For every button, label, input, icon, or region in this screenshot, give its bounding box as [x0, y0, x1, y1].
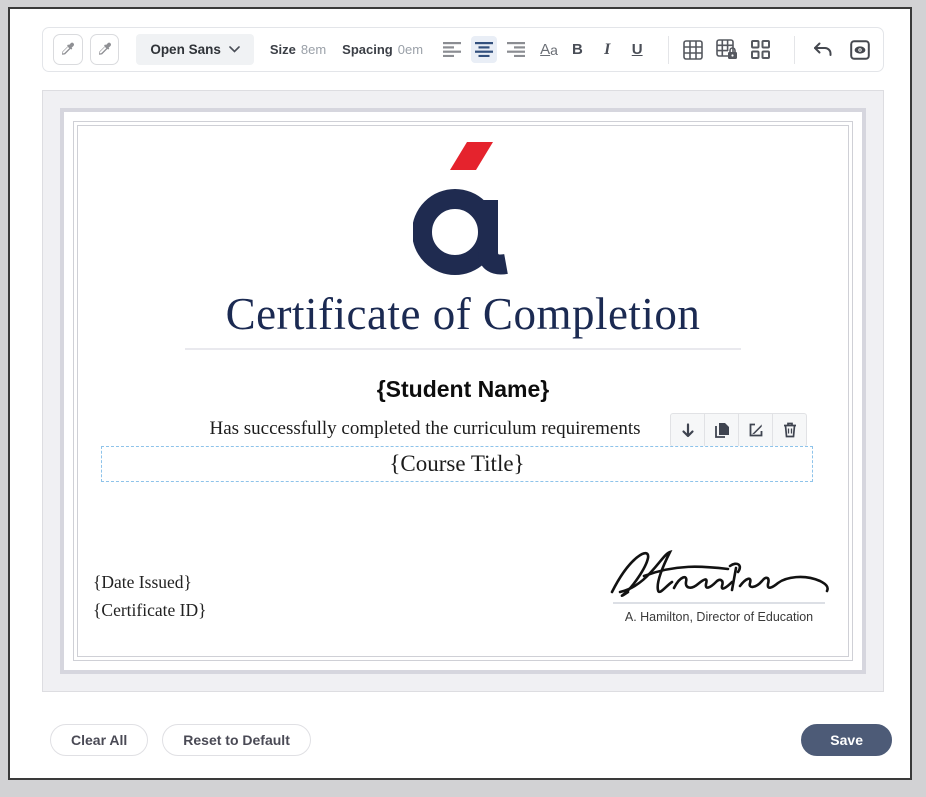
- toolbar-right-group: [782, 36, 873, 64]
- move-down-icon: [681, 423, 695, 438]
- color-picker-button-1[interactable]: [53, 34, 83, 65]
- preview-eye-icon: [850, 40, 870, 60]
- duplicate-button[interactable]: [704, 413, 739, 447]
- duplicate-icon: [714, 422, 730, 439]
- certificate-editor-window: Open Sans Size 8em Spacing 0em: [8, 7, 912, 780]
- logo-red-accent: [450, 142, 493, 170]
- toolbar-divider: [668, 36, 669, 64]
- title-divider: [185, 348, 741, 350]
- chevron-down-icon: [229, 46, 240, 53]
- certificate-canvas: Certificate of Completion {Student Name}…: [60, 108, 866, 674]
- reset-to-default-button[interactable]: Reset to Default: [162, 724, 311, 756]
- edit-button[interactable]: [738, 413, 773, 447]
- date-issued-placeholder[interactable]: {Date Issued}: [93, 572, 192, 593]
- font-size-control[interactable]: Size 8em: [270, 42, 326, 57]
- color-picker-button-2[interactable]: [90, 34, 120, 65]
- edit-icon: [748, 422, 764, 438]
- preview-button[interactable]: [847, 37, 873, 63]
- certificate-inner-frame: Certificate of Completion {Student Name}…: [77, 125, 849, 657]
- trash-icon: [783, 422, 797, 438]
- align-right-button[interactable]: [502, 36, 529, 63]
- align-center-icon: [475, 42, 493, 57]
- element-toolbar: [670, 413, 807, 447]
- signature-block: A. Hamilton, Director of Education: [606, 546, 832, 624]
- font-family-dropdown[interactable]: Open Sans: [136, 34, 254, 65]
- layout-blocks-icon: [751, 40, 770, 59]
- footer-actions: Clear All Reset to Default Save: [50, 724, 892, 756]
- undo-icon: [812, 41, 833, 59]
- italic-button[interactable]: I: [596, 37, 619, 63]
- signature-image: [606, 546, 832, 600]
- align-center-button[interactable]: [471, 36, 498, 63]
- certificate-preview-area: Certificate of Completion {Student Name}…: [42, 90, 884, 692]
- course-title-field[interactable]: {Course Title}: [101, 446, 813, 482]
- table-icon: [683, 40, 703, 60]
- signature-caption: A. Hamilton, Director of Education: [606, 610, 832, 624]
- clear-all-button[interactable]: Clear All: [50, 724, 148, 756]
- delete-button[interactable]: [772, 413, 807, 447]
- font-size-value: 8em: [301, 42, 326, 57]
- academy-a-logo: [413, 140, 513, 278]
- course-title-placeholder: {Course Title}: [389, 451, 524, 477]
- letter-spacing-control[interactable]: Spacing 0em: [342, 42, 423, 57]
- table-button[interactable]: [681, 37, 706, 63]
- move-down-button[interactable]: [670, 413, 705, 447]
- bold-button[interactable]: B: [566, 37, 589, 63]
- letter-spacing-value: 0em: [398, 42, 423, 57]
- align-left-icon: [443, 42, 461, 57]
- signature-line: [613, 602, 825, 604]
- font-family-value: Open Sans: [150, 42, 221, 57]
- table-lock-icon: [716, 39, 738, 60]
- align-left-button[interactable]: [439, 36, 466, 63]
- save-button[interactable]: Save: [801, 724, 892, 756]
- text-case-button[interactable]: Aa: [540, 41, 558, 58]
- underline-button[interactable]: U: [626, 37, 649, 63]
- text-case-upper: A: [540, 41, 550, 58]
- text-case-lower: a: [550, 42, 558, 58]
- color-picker-icon: [59, 41, 76, 58]
- color-picker-icon: [96, 41, 113, 58]
- letter-spacing-label: Spacing: [342, 42, 393, 57]
- certificate-title: Certificate of Completion: [78, 288, 848, 340]
- formatting-toolbar: Open Sans Size 8em Spacing 0em: [42, 27, 884, 72]
- table-lock-button[interactable]: [714, 37, 739, 63]
- font-size-label: Size: [270, 42, 296, 57]
- certificate-subtitle[interactable]: Has successfully completed the curriculu…: [209, 418, 640, 440]
- toolbar-divider: [794, 36, 795, 64]
- layout-blocks-button[interactable]: [748, 37, 773, 63]
- undo-button[interactable]: [809, 37, 835, 63]
- certificate-id-placeholder[interactable]: {Certificate ID}: [93, 600, 207, 621]
- align-right-icon: [507, 42, 525, 57]
- student-name-placeholder[interactable]: {Student Name}: [78, 376, 848, 403]
